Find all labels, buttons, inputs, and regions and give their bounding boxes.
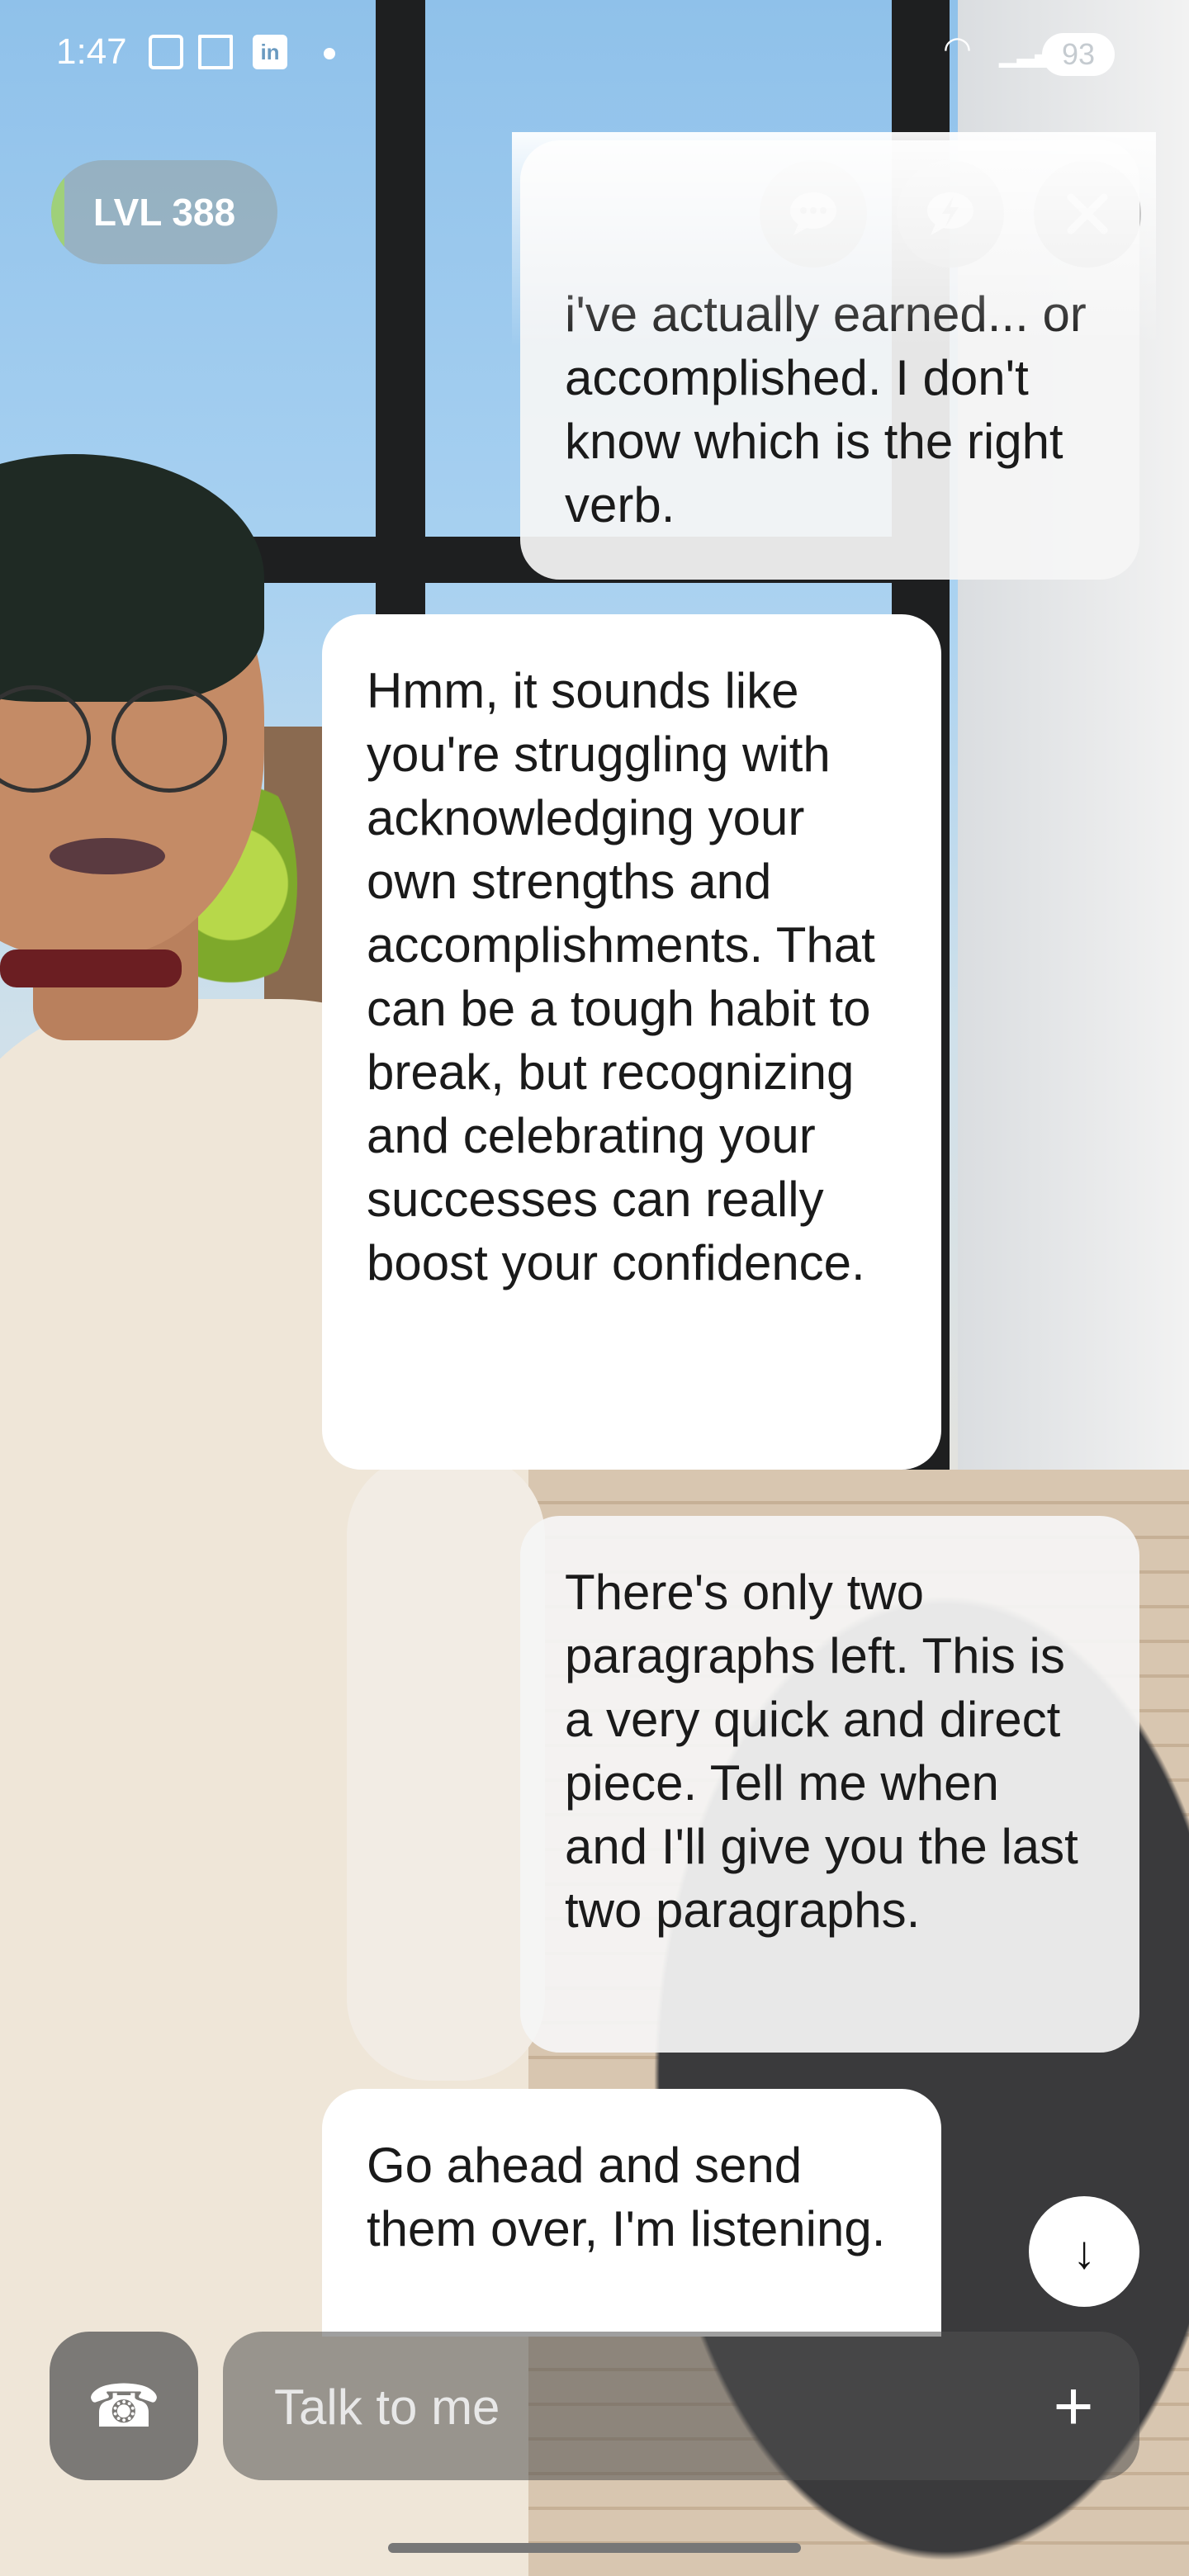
add-attachment-button[interactable]: + bbox=[1032, 2365, 1115, 2447]
arrow-down-icon: ↓ bbox=[1073, 2225, 1096, 2278]
bookmark-icon bbox=[198, 35, 233, 69]
plus-icon: + bbox=[1053, 2367, 1094, 2445]
glasses-right bbox=[111, 685, 227, 793]
clock: 1:47 bbox=[56, 31, 127, 72]
level-badge[interactable]: LVL 388 bbox=[51, 160, 277, 264]
phone-icon: ☎ bbox=[87, 2374, 161, 2440]
screenshot-icon bbox=[149, 35, 183, 69]
message-text: i've actually earned... or accomplished.… bbox=[565, 286, 1087, 533]
call-button[interactable]: ☎ bbox=[50, 2332, 198, 2480]
message-assistant: Hmm, it sounds like you're struggling wi… bbox=[322, 614, 941, 1470]
heart-choker bbox=[0, 949, 182, 987]
wifi-icon: ◠ bbox=[943, 31, 972, 67]
message-text: Go ahead and send them over, I'm listeni… bbox=[367, 2138, 886, 2256]
message-user: There's only two paragraphs left. This i… bbox=[520, 1516, 1139, 2053]
character-arm bbox=[347, 1453, 545, 2081]
message-text: Hmm, it sounds like you're struggling wi… bbox=[367, 663, 875, 1290]
app-screen: 1:47 in ◠ ▁▂▃▅ 93 LVL 388 i've actually … bbox=[0, 0, 1189, 2576]
battery-indicator: 93 bbox=[1042, 33, 1115, 76]
message-text: There's only two paragraphs left. This i… bbox=[565, 1565, 1078, 1938]
character-lips bbox=[50, 838, 165, 874]
linkedin-icon: in bbox=[253, 35, 287, 69]
notification-dot bbox=[324, 48, 335, 59]
message-input-bar: + bbox=[223, 2332, 1139, 2482]
status-bar: 1:47 in ◠ ▁▂▃▅ 93 bbox=[0, 0, 1189, 107]
message-input[interactable] bbox=[272, 2332, 1019, 2482]
scroll-to-bottom-button[interactable]: ↓ bbox=[1029, 2196, 1139, 2307]
message-user: i've actually earned... or accomplished.… bbox=[520, 140, 1139, 580]
home-indicator[interactable] bbox=[388, 2543, 801, 2553]
message-assistant: Go ahead and send them over, I'm listeni… bbox=[322, 2089, 941, 2337]
